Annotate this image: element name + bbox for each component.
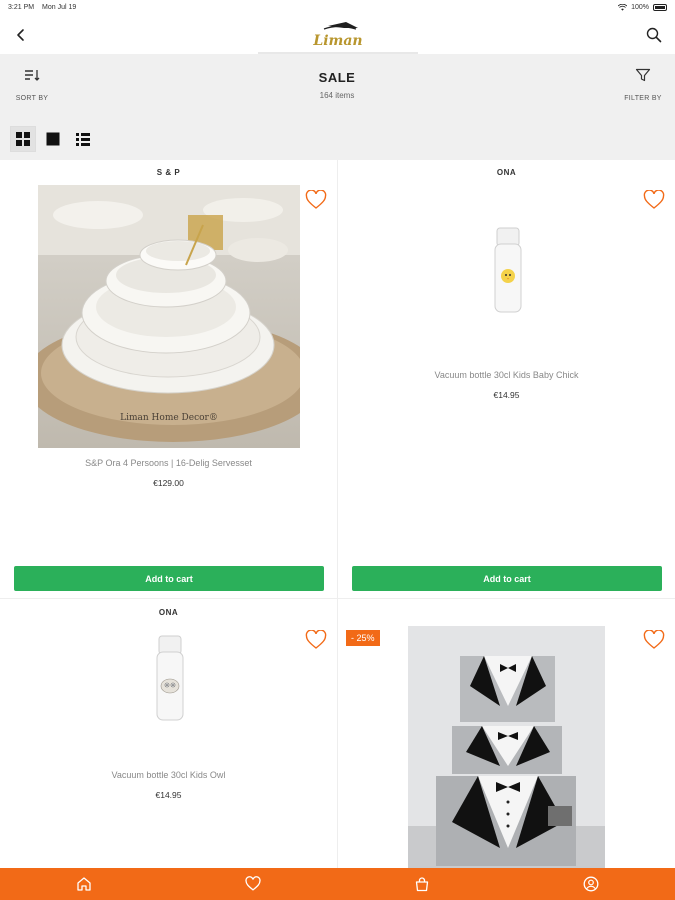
logo-mark: Liman <box>312 22 363 49</box>
heart-icon <box>305 189 327 209</box>
product-price: €14.95 <box>155 790 182 800</box>
sort-icon <box>25 70 40 81</box>
bottle-owl-photo <box>156 635 184 721</box>
back-button[interactable] <box>10 24 32 46</box>
sort-by-label: SORT BY <box>15 95 49 102</box>
brand-logo[interactable]: Liman <box>258 16 418 54</box>
heart-icon <box>245 876 261 891</box>
profile-icon <box>583 876 599 892</box>
tab-home[interactable] <box>0 868 169 900</box>
battery-icon <box>653 3 667 11</box>
grid-1-icon <box>46 132 60 146</box>
logo-text: Liman <box>312 33 362 49</box>
status-right: 100% <box>618 3 667 11</box>
wishlist-button[interactable] <box>305 629 327 650</box>
wishlist-button[interactable] <box>305 189 327 210</box>
filter-icon <box>635 68 651 82</box>
wifi-icon <box>618 3 628 11</box>
add-to-cart-button[interactable]: Add to cart <box>352 566 662 591</box>
product-image[interactable]: Liman Home Decor® <box>38 185 300 448</box>
search-icon <box>646 27 662 43</box>
product-price: €14.95 <box>493 390 520 400</box>
tab-account[interactable] <box>506 868 675 900</box>
status-date: Mon Jul 19 <box>42 3 77 11</box>
chevron-left-icon <box>17 29 24 41</box>
bottom-tab-bar <box>0 868 675 900</box>
item-count: 164 items <box>319 91 355 100</box>
home-icon <box>77 877 92 891</box>
heart-icon <box>643 629 665 649</box>
product-name[interactable]: Vacuum bottle 30cl Kids Owl <box>0 770 337 780</box>
grid-2-icon <box>16 132 30 146</box>
single-view-button[interactable] <box>40 126 66 152</box>
discount-badge: - 25% <box>346 630 380 646</box>
filter-by-label: FILTER BY <box>624 95 662 102</box>
grid-divider-horizontal <box>0 598 675 599</box>
product-brand: S & P <box>156 168 181 177</box>
bag-icon <box>415 877 429 892</box>
photo-watermark: Liman Home Decor® <box>120 413 218 423</box>
app-screen: 3:21 PM Mon Jul 19 100% Liman SORT BY SA… <box>0 0 675 900</box>
product-brand: ONA <box>496 168 517 177</box>
status-left: 3:21 PM Mon Jul 19 <box>8 4 82 11</box>
product-name[interactable]: S&P Ora 4 Persoons | 16-Delig Servesset <box>0 458 337 468</box>
product-image[interactable] <box>130 628 210 728</box>
status-time: 3:21 PM <box>8 3 35 11</box>
product-image[interactable] <box>468 220 548 320</box>
list-view-button[interactable] <box>70 126 96 152</box>
wishlist-button[interactable] <box>643 189 665 210</box>
product-card[interactable]: ONA Vacuum bottle 30cl Kids Baby Chick €… <box>338 160 675 598</box>
heart-icon <box>643 189 665 209</box>
nav-header: Liman <box>0 14 675 54</box>
product-image[interactable] <box>408 626 605 868</box>
add-to-cart-button[interactable]: Add to cart <box>14 566 324 591</box>
product-grid: S & P Liman Home Decor® S&P Ora 4 Persoo… <box>0 160 675 868</box>
battery-percent: 100% <box>631 3 649 11</box>
sort-by-button[interactable]: SORT BY <box>10 68 54 102</box>
wishlist-button[interactable] <box>643 629 665 650</box>
tab-cart[interactable] <box>338 868 507 900</box>
heart-icon <box>305 629 327 649</box>
sort-filter-toolbar: SORT BY SALE 164 items FILTER BY <box>0 54 675 160</box>
search-button[interactable] <box>643 24 665 46</box>
product-price: €129.00 <box>153 478 184 488</box>
product-card[interactable]: S & P Liman Home Decor® S&P Ora 4 Persoo… <box>0 160 337 598</box>
product-brand: ONA <box>158 608 179 617</box>
status-bar: 3:21 PM Mon Jul 19 100% <box>0 0 675 14</box>
tuxedo-boxes-photo <box>408 626 605 868</box>
tab-wishlist[interactable] <box>169 868 338 900</box>
list-icon <box>76 133 90 146</box>
product-card[interactable]: ONA Vacuum bottle 30cl Kids Owl €14.95 <box>0 600 337 868</box>
grid-view-button[interactable] <box>10 126 36 152</box>
title-block: SALE 164 items <box>237 70 437 100</box>
view-toggles <box>10 126 96 152</box>
page-title: SALE <box>318 70 356 85</box>
product-name[interactable]: Vacuum bottle 30cl Kids Baby Chick <box>338 370 675 380</box>
bottle-chick-photo <box>494 227 522 313</box>
filter-by-button[interactable]: FILTER BY <box>621 68 665 102</box>
product-card[interactable]: - 25% <box>338 600 675 868</box>
tableware-photo: Liman Home Decor® <box>38 185 300 448</box>
